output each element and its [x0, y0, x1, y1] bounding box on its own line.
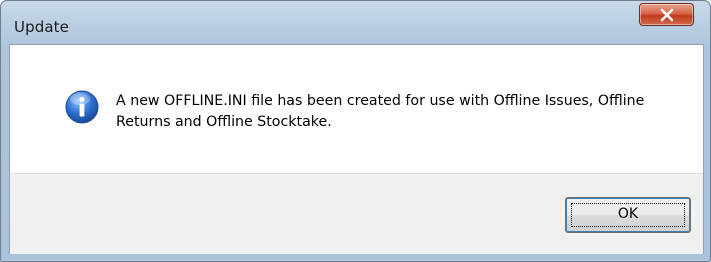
close-x-icon: [660, 8, 674, 22]
window-title: Update: [14, 18, 69, 36]
message-panel: A new OFFLINE.INI file has been created …: [10, 45, 703, 173]
close-button[interactable]: [639, 3, 694, 26]
button-bar: OK: [10, 173, 703, 254]
ok-button[interactable]: OK: [565, 197, 691, 233]
information-icon: [65, 90, 99, 124]
dialog-window: Update A new OFFLINE.INI file has been c…: [0, 0, 711, 262]
title-bar[interactable]: Update: [1, 1, 710, 43]
dialog-message: A new OFFLINE.INI file has been created …: [116, 93, 645, 130]
ok-button-label: OK: [617, 206, 639, 222]
dialog-client-area: A new OFFLINE.INI file has been created …: [9, 44, 704, 254]
